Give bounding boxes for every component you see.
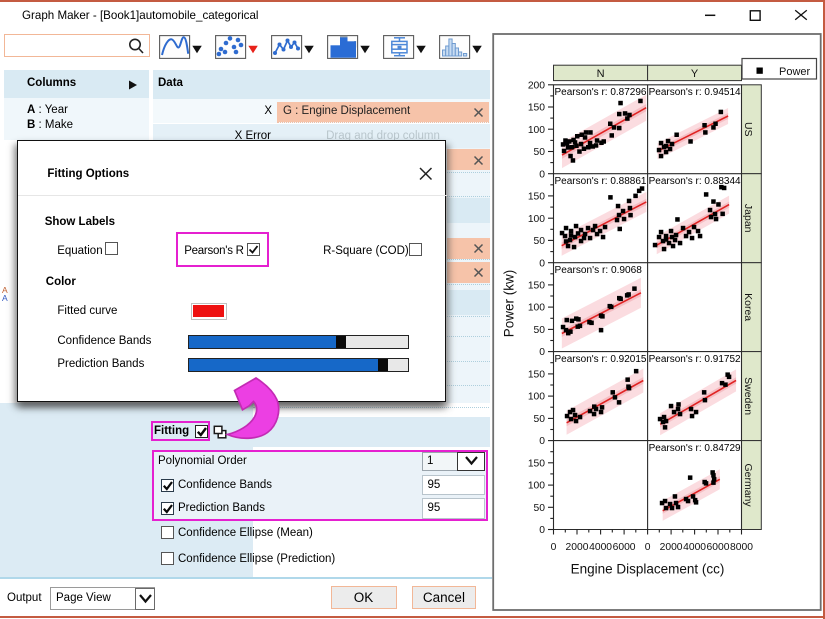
svg-text:50: 50 xyxy=(534,503,546,514)
svg-text:8000: 8000 xyxy=(730,542,753,553)
svg-text:50: 50 xyxy=(534,236,546,247)
svg-text:2000: 2000 xyxy=(660,542,683,553)
svg-text:6000: 6000 xyxy=(613,542,636,553)
svg-text:100: 100 xyxy=(528,214,545,225)
svg-text:150: 150 xyxy=(528,192,545,203)
svg-text:50: 50 xyxy=(534,325,546,336)
svg-text:0: 0 xyxy=(539,436,545,447)
svg-text:Y: Y xyxy=(691,68,699,80)
svg-text:2000: 2000 xyxy=(566,542,589,553)
svg-text:Korea: Korea xyxy=(742,293,754,321)
svg-text:4000: 4000 xyxy=(589,542,612,553)
svg-text:200: 200 xyxy=(528,80,545,91)
svg-text:100: 100 xyxy=(528,303,545,314)
svg-text:50: 50 xyxy=(534,147,546,158)
svg-text:4000: 4000 xyxy=(683,542,706,553)
svg-text:0: 0 xyxy=(551,542,557,553)
svg-text:Pearson's r: 0.9068: Pearson's r: 0.9068 xyxy=(555,265,642,276)
svg-text:0: 0 xyxy=(539,169,545,180)
svg-text:Pearson's r: 0.87296: Pearson's r: 0.87296 xyxy=(555,87,647,98)
svg-text:150: 150 xyxy=(528,458,545,469)
svg-text:0: 0 xyxy=(539,347,545,358)
svg-text:Japan: Japan xyxy=(742,204,754,233)
svg-text:100: 100 xyxy=(528,125,545,136)
svg-text:0: 0 xyxy=(645,542,651,553)
svg-text:150: 150 xyxy=(528,281,545,292)
svg-text:Pearson's r: 0.88344: Pearson's r: 0.88344 xyxy=(649,176,742,187)
svg-text:N: N xyxy=(597,68,605,80)
svg-text:Pearson's r: 0.84729: Pearson's r: 0.84729 xyxy=(649,443,741,454)
svg-text:100: 100 xyxy=(528,392,545,403)
svg-text:150: 150 xyxy=(528,370,545,381)
svg-text:50: 50 xyxy=(534,414,546,425)
svg-text:0: 0 xyxy=(539,258,545,269)
svg-text:0: 0 xyxy=(539,525,545,536)
svg-text:Pearson's r: 0.92015: Pearson's r: 0.92015 xyxy=(555,354,647,365)
svg-text:150: 150 xyxy=(528,103,545,114)
svg-text:Power (kw): Power (kw) xyxy=(502,270,517,338)
svg-text:Pearson's r: 0.88861: Pearson's r: 0.88861 xyxy=(555,176,647,187)
svg-text:Germany: Germany xyxy=(742,463,754,507)
svg-text:US: US xyxy=(742,122,754,137)
svg-text:Pearson's r: 0.94514: Pearson's r: 0.94514 xyxy=(649,87,742,98)
svg-text:Engine Displacement (cc): Engine Displacement (cc) xyxy=(571,562,725,577)
svg-text:Sweden: Sweden xyxy=(742,377,754,415)
svg-text:6000: 6000 xyxy=(707,542,730,553)
svg-text:100: 100 xyxy=(528,481,545,492)
svg-text:Pearson's r: 0.91752: Pearson's r: 0.91752 xyxy=(649,354,741,365)
svg-text:Power: Power xyxy=(779,66,811,78)
